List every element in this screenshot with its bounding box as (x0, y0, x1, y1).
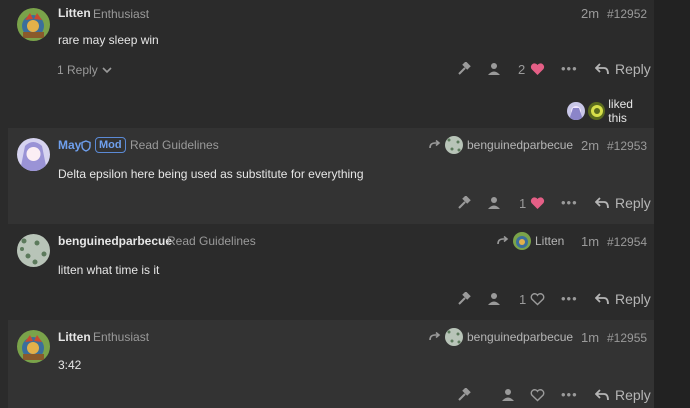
reply-arrow-icon (497, 236, 509, 245)
user-icon[interactable] (487, 292, 501, 309)
more-options-icon[interactable]: ••• (561, 195, 578, 210)
user-icon[interactable] (487, 62, 501, 79)
chevron-down-icon (102, 67, 112, 74)
post-number[interactable]: #12953 (607, 139, 647, 153)
shield-icon (81, 139, 91, 157)
post-number[interactable]: #12954 (607, 235, 647, 249)
post-body: litten what time is it (58, 263, 160, 277)
reply-label: Reply (615, 387, 651, 403)
avatar-benguinedparbecue-small (445, 136, 463, 154)
reply-arrow-icon (595, 63, 609, 75)
avatar-litten[interactable] (17, 330, 50, 363)
reply-arrow-icon (429, 332, 441, 341)
liked-this-text: liked this (608, 97, 633, 125)
show-replies-button[interactable]: 1 Reply (57, 63, 112, 77)
avatar-liker-may[interactable] (567, 102, 585, 120)
heart-icon[interactable] (530, 62, 545, 79)
post-body: Delta epsilon here being used as substit… (58, 167, 364, 181)
post-12953: May Mod Read Guidelines benguinedparbecu… (8, 128, 654, 224)
post-body: rare may sleep win (58, 33, 159, 47)
reply-arrow-icon (595, 389, 609, 401)
admin-hammer-icon[interactable] (457, 387, 471, 405)
more-options-icon[interactable]: ••• (561, 291, 578, 306)
more-options-icon[interactable]: ••• (561, 387, 578, 402)
post-time[interactable]: 2m (581, 138, 599, 153)
avatar-benguinedparbecue[interactable] (17, 234, 50, 267)
reply-button[interactable]: Reply (595, 195, 651, 211)
post-12955: Litten Enthusiast benguinedparbecue 1m #… (8, 320, 654, 408)
like-count[interactable]: 2 (518, 62, 525, 77)
topic-stream: Litten Enthusiast 2m #12952 rare may sle… (0, 0, 654, 408)
more-options-icon[interactable]: ••• (561, 61, 578, 76)
username[interactable]: Litten (58, 6, 91, 20)
post-number[interactable]: #12955 (607, 331, 647, 345)
avatar-litten[interactable] (17, 8, 50, 41)
post-time[interactable]: 1m (581, 330, 599, 345)
heart-outline-icon[interactable] (530, 388, 545, 405)
reply-to-username: Litten (535, 234, 565, 248)
username[interactable]: Litten (58, 330, 91, 344)
post-12954: benguinedparbecue Read Guidelines Litten… (8, 224, 654, 320)
admin-hammer-icon[interactable] (457, 61, 471, 79)
reply-arrow-icon (595, 197, 609, 209)
username[interactable]: benguinedparbecue (58, 234, 172, 248)
reply-label: Reply (615, 291, 651, 307)
mod-badge[interactable]: Mod (95, 137, 126, 153)
post-body: 3:42 (58, 358, 82, 372)
avatar-may[interactable] (17, 138, 50, 171)
admin-hammer-icon[interactable] (457, 291, 471, 309)
avatar-liker-2[interactable] (587, 102, 606, 120)
user-title: Enthusiast (93, 330, 150, 344)
user-title: Read Guidelines (130, 138, 219, 152)
admin-hammer-icon[interactable] (457, 195, 471, 213)
username[interactable]: May (58, 138, 81, 152)
like-count[interactable]: 1 (519, 196, 526, 211)
post-12952: Litten Enthusiast 2m #12952 rare may sle… (8, 0, 654, 128)
reply-to-tab[interactable]: benguinedparbecue (429, 328, 573, 346)
like-count[interactable]: 1 (519, 292, 526, 307)
reply-button[interactable]: Reply (595, 291, 651, 307)
reply-to-username: benguinedparbecue (467, 330, 574, 344)
post-time[interactable]: 2m (581, 6, 599, 21)
reply-label: Reply (615, 61, 651, 77)
heart-outline-icon[interactable] (530, 292, 545, 309)
liked-by: liked this (567, 97, 654, 125)
reply-arrow-icon (595, 293, 609, 305)
reply-to-username: benguinedparbecue (467, 138, 574, 152)
post-time[interactable]: 1m (581, 234, 599, 249)
heart-icon[interactable] (530, 196, 545, 213)
replies-label: 1 Reply (57, 63, 98, 77)
user-title: Enthusiast (93, 7, 150, 21)
user-title: Read Guidelines (167, 234, 256, 248)
avatar-litten-small (513, 232, 531, 250)
reply-label: Reply (615, 195, 651, 211)
reply-to-tab[interactable]: benguinedparbecue (429, 136, 573, 154)
avatar-benguinedparbecue-small (445, 328, 463, 346)
user-icon[interactable] (487, 196, 501, 213)
reply-arrow-icon (429, 140, 441, 149)
reply-button[interactable]: Reply (595, 387, 651, 403)
reply-button[interactable]: Reply (595, 61, 651, 77)
post-number[interactable]: #12952 (607, 7, 647, 21)
user-icon[interactable] (501, 388, 515, 405)
reply-to-tab[interactable]: Litten (497, 232, 564, 250)
